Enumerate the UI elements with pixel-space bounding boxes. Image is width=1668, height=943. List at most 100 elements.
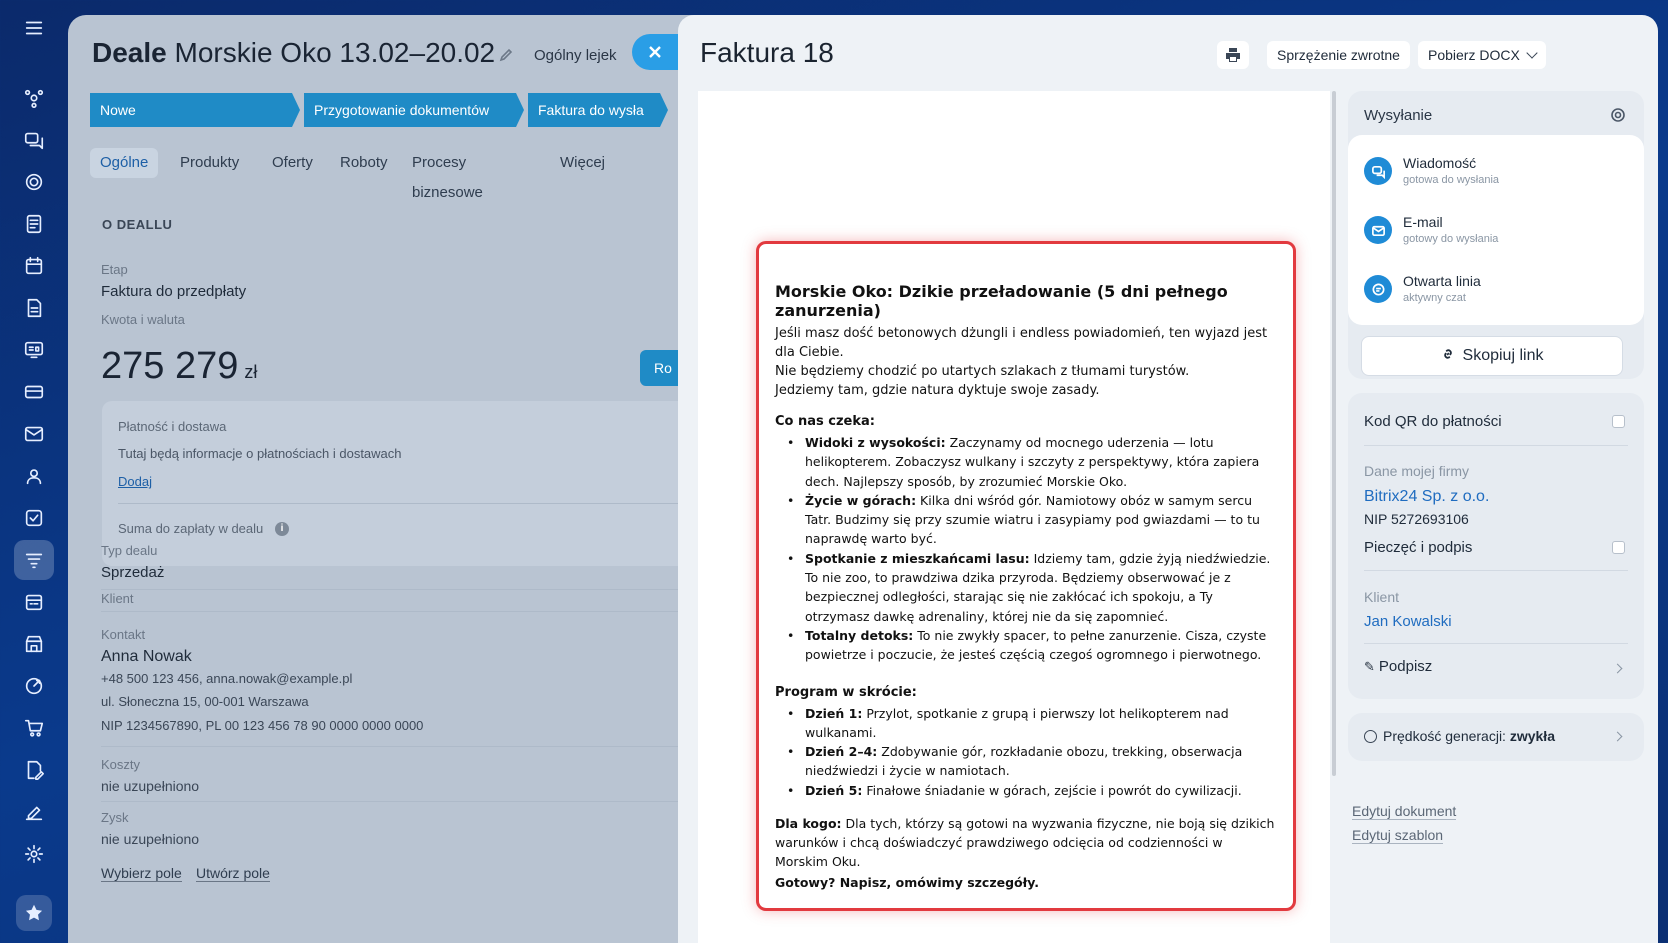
payment-delivery-box: Płatność i dostawa Tutaj będą informacje… xyxy=(102,401,708,566)
contact-label: Kontakt xyxy=(101,627,146,642)
divider xyxy=(1364,570,1628,571)
edit-template-link[interactable]: Edytuj szablon xyxy=(1352,827,1444,844)
payment-title: Płatność i dostawa xyxy=(118,419,227,434)
channel-email-status: gotowy do wysłania xyxy=(1403,233,1499,245)
open-line-icon xyxy=(1364,275,1392,303)
doc-heading: Morskie Oko: Dzikie przeładowanie (5 dni… xyxy=(775,282,1228,320)
divider xyxy=(101,801,708,802)
star-icon[interactable] xyxy=(16,895,52,931)
signature-icon[interactable] xyxy=(14,792,54,832)
feed-icon[interactable] xyxy=(14,78,54,118)
gear-icon[interactable] xyxy=(1610,107,1626,123)
email-icon xyxy=(1364,216,1392,244)
divider xyxy=(1364,445,1628,446)
checkbox-icon[interactable] xyxy=(14,498,54,538)
doc-program-title: Program w skrócie: xyxy=(775,684,917,700)
tab-general[interactable]: Ogólne xyxy=(90,148,159,178)
feedback-button[interactable]: Sprzężenie zwrotne xyxy=(1267,41,1410,69)
company-name-link[interactable]: Bitrix24 Sp. z o.o. xyxy=(1364,488,1489,506)
cart-icon[interactable] xyxy=(14,708,54,748)
left-nav-rail xyxy=(0,0,68,943)
settings-gear-icon[interactable] xyxy=(14,834,54,874)
add-payment-link[interactable]: Dodaj xyxy=(118,474,152,489)
contact-name[interactable]: Anna Nowak xyxy=(101,648,192,666)
stage-docs[interactable]: Przygotowanie dokumentów xyxy=(304,93,524,127)
doc-for-whom: Dla kogo: Dla tych, którzy są gotowi na … xyxy=(775,816,1275,870)
stage-new[interactable]: Nowe xyxy=(90,93,300,127)
mail-icon[interactable] xyxy=(14,414,54,454)
divider xyxy=(101,611,708,612)
section-title: O DEALLU xyxy=(102,217,173,232)
tab-business-processes[interactable]: Procesy biznesowe xyxy=(412,148,483,201)
edit-document-link[interactable]: Edytuj dokument xyxy=(1352,803,1457,820)
funnel-selector[interactable]: Ogólny lejek xyxy=(534,47,617,64)
stamp-checkbox[interactable] xyxy=(1612,541,1625,554)
client-label: Klient xyxy=(1364,589,1400,605)
qr-checkbox[interactable] xyxy=(1612,415,1625,428)
tasks-list-icon[interactable] xyxy=(14,204,54,244)
download-docx-button[interactable]: Pobierz DOCX xyxy=(1418,41,1546,69)
doc-program-list: Dzień 1: Przylot, spotkanie z grupą i pi… xyxy=(775,704,1279,801)
client-name-link[interactable]: Jan Kowalski xyxy=(1364,613,1452,630)
sign-button[interactable]: ✎ Podpisz xyxy=(1364,658,1432,675)
deal-type-label: Typ dealu xyxy=(101,543,158,558)
sum-label: Suma do zapłaty w dealu xyxy=(118,521,264,536)
users-icon[interactable] xyxy=(14,456,54,496)
document-panel: Faktura 18 Sprzężenie zwrotne Pobierz DO… xyxy=(678,15,1658,943)
link-icon xyxy=(1443,349,1452,359)
tab-more[interactable]: Więcej xyxy=(560,148,605,178)
info-icon[interactable]: i xyxy=(275,522,289,536)
tab-offers[interactable]: Oferty xyxy=(272,148,313,178)
goal-icon[interactable] xyxy=(14,666,54,706)
amount-value: 275 279 zł xyxy=(101,345,258,387)
store-icon[interactable] xyxy=(14,624,54,664)
create-field-link[interactable]: Utwórz pole xyxy=(196,865,270,882)
target-icon[interactable] xyxy=(14,162,54,202)
tab-products[interactable]: Produkty xyxy=(180,148,239,178)
edit-doc-icon[interactable] xyxy=(14,750,54,790)
channel-open-line-status: aktywny czat xyxy=(1403,292,1466,304)
list-item: Totalny detoks: To nie zwykły spacer, to… xyxy=(787,626,1279,665)
channel-message[interactable]: Wiadomość xyxy=(1403,155,1476,171)
document-icon[interactable] xyxy=(14,288,54,328)
sending-title: Wysyłanie xyxy=(1364,107,1433,124)
deal-type-value: Sprzedaż xyxy=(101,564,165,581)
deal-title: Deale Morskie Oko 13.02–20.02 xyxy=(92,37,496,68)
payment-text: Tutaj będą informacje o płatnościach i d… xyxy=(118,446,402,461)
document-scrollbar[interactable] xyxy=(1332,91,1336,776)
client-label: Klient xyxy=(101,591,134,606)
crm-funnel-icon[interactable] xyxy=(14,540,54,580)
contact-nip: NIP 1234567890, PL 00 123 456 78 90 0000… xyxy=(101,718,424,733)
list-item: Dzień 2–4: Zdobywanie gór, rozkładanie o… xyxy=(787,742,1279,781)
chevron-right-icon xyxy=(1612,731,1623,742)
copy-link-button[interactable]: Skopiuj link xyxy=(1361,336,1623,376)
calendar-icon[interactable] xyxy=(14,246,54,286)
channels-list: Wiadomość gotowa do wysłania E-mail goto… xyxy=(1348,135,1644,325)
stage-invoice[interactable]: Faktura do wysła xyxy=(528,93,668,127)
pen-icon: ✎ xyxy=(1364,659,1375,674)
divider xyxy=(1364,643,1628,644)
divider xyxy=(101,746,708,747)
speed-card[interactable]: Prędkość generacji: zwykła xyxy=(1348,713,1644,761)
pencil-icon[interactable] xyxy=(498,47,514,63)
print-button[interactable] xyxy=(1217,41,1249,69)
costs-value: nie uzupełniono xyxy=(101,778,200,794)
menu-icon[interactable] xyxy=(14,8,54,48)
planner-icon[interactable] xyxy=(14,582,54,622)
close-panel-button[interactable] xyxy=(632,34,678,70)
choose-field-link[interactable]: Wybierz pole xyxy=(101,865,182,882)
card-icon[interactable] xyxy=(14,372,54,412)
stamp-label: Pieczęć i podpis xyxy=(1364,539,1473,556)
close-icon xyxy=(649,46,661,58)
list-item: Widoki z wysokości: Zaczynamy od mocnego… xyxy=(787,433,1279,491)
channel-open-line[interactable]: Otwarta linia xyxy=(1403,273,1481,289)
board-icon[interactable] xyxy=(14,330,54,370)
channel-email[interactable]: E-mail xyxy=(1403,214,1443,230)
list-item: Spotkanie z mieszkańcami lasu: Idziemy t… xyxy=(787,549,1279,626)
panel-title: Faktura 18 xyxy=(700,37,834,68)
chat-icon[interactable] xyxy=(14,120,54,160)
tab-robots[interactable]: Roboty xyxy=(340,148,388,178)
list-item: Życie w górach: Kilka dni wśród gór. Nam… xyxy=(787,491,1279,549)
doc-intro-2: Nie będziemy chodzić po utartych szlakac… xyxy=(775,364,1190,379)
divider xyxy=(118,503,708,504)
